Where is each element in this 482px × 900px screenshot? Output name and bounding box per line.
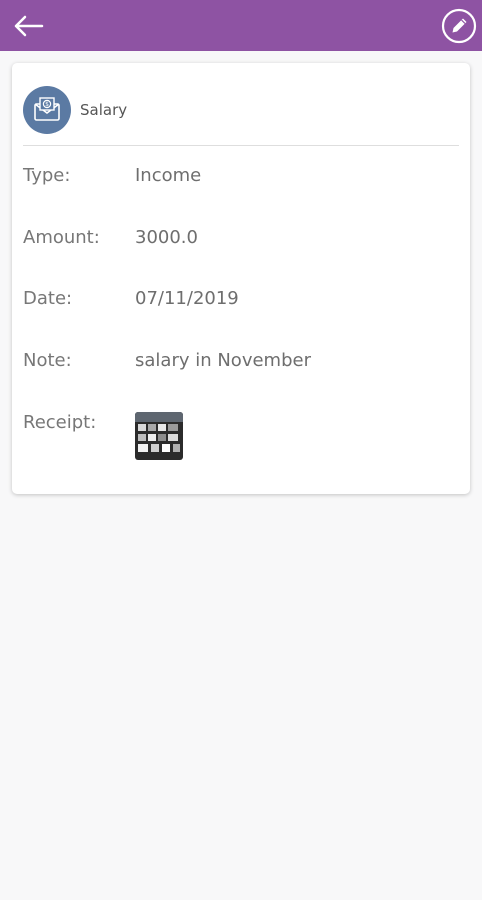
- receipt-label: Receipt:: [23, 412, 97, 433]
- date-row: Date: 07/11/2019: [23, 288, 459, 316]
- note-row: Note: salary in November: [23, 350, 459, 378]
- type-value: Income: [135, 165, 202, 186]
- type-row: Type: Income: [23, 165, 459, 193]
- amount-row: Amount: 3000.0: [23, 227, 459, 255]
- edit-button[interactable]: [441, 8, 477, 44]
- amount-label: Amount:: [23, 227, 100, 248]
- type-label: Type:: [23, 165, 71, 186]
- category-icon: $: [23, 86, 71, 134]
- amount-value: 3000.0: [135, 227, 198, 248]
- pencil-icon: [441, 8, 477, 44]
- back-button[interactable]: [8, 8, 48, 44]
- app-bar: [0, 0, 482, 51]
- svg-text:$: $: [45, 101, 49, 108]
- date-label: Date:: [23, 288, 73, 309]
- receipt-thumbnail[interactable]: [135, 412, 183, 460]
- note-label: Note:: [23, 350, 72, 371]
- money-envelope-icon: $: [34, 97, 60, 121]
- transaction-detail-card: $ Salary Type: Income Amount: 3000.0 Dat…: [12, 63, 470, 494]
- divider: [23, 145, 459, 146]
- note-value: salary in November: [135, 350, 311, 371]
- category-name: Salary: [80, 101, 128, 119]
- receipt-row: Receipt:: [23, 412, 459, 440]
- arrow-left-icon: [14, 15, 44, 37]
- date-value: 07/11/2019: [135, 288, 239, 309]
